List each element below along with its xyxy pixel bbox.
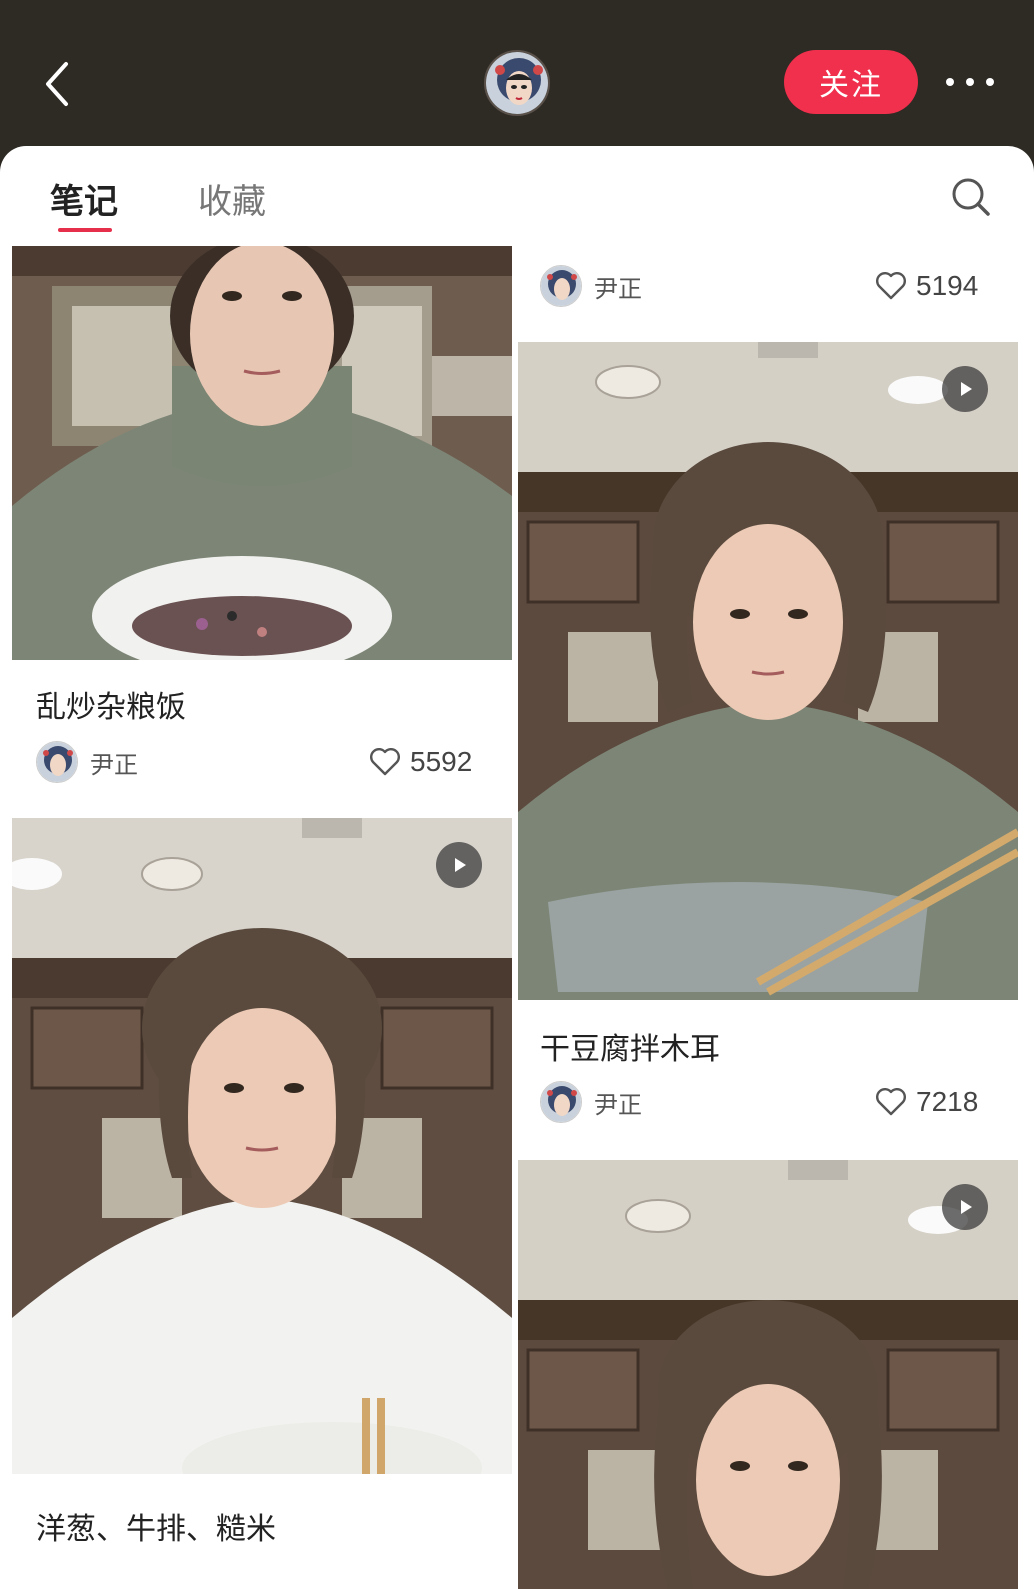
note-cover-image — [518, 342, 1018, 1000]
like-button[interactable]: 7218 — [874, 1080, 978, 1124]
note-author[interactable]: 尹正 — [36, 740, 138, 784]
note-author[interactable]: 尹正 — [540, 264, 642, 308]
profile-header: 关注 — [0, 0, 1034, 160]
note-title: 干豆腐拌木耳 — [540, 1032, 720, 1067]
search-icon — [952, 178, 990, 216]
author-avatar — [36, 741, 78, 783]
like-button[interactable]: 5194 — [874, 264, 978, 308]
author-avatar[interactable] — [484, 50, 550, 116]
note-card[interactable]: 乱炒杂粮饭 尹正 5592 — [12, 246, 512, 806]
video-indicator — [436, 842, 482, 888]
play-icon — [455, 858, 466, 872]
like-button[interactable]: 5592 — [368, 740, 472, 784]
content-sheet: 笔记 收藏 乱炒杂粮饭 尹正 5592 洋葱、牛排、糙米 尹正 5194 干豆腐… — [0, 146, 1034, 1589]
dot-icon — [966, 78, 974, 86]
note-title: 乱炒杂粮饭 — [36, 690, 186, 725]
video-indicator — [942, 1184, 988, 1230]
chevron-left-icon — [46, 62, 68, 106]
follow-button[interactable]: 关注 — [784, 50, 918, 114]
like-count: 5592 — [410, 746, 473, 777]
tab-collections[interactable]: 收藏 — [198, 174, 266, 223]
play-icon — [961, 382, 972, 396]
like-count: 5194 — [916, 270, 979, 301]
note-card[interactable]: 洋葱、牛排、糙米 — [12, 818, 512, 1589]
dot-icon — [946, 78, 954, 86]
author-avatar — [540, 1081, 582, 1123]
heart-icon — [876, 1088, 906, 1116]
note-title: 洋葱、牛排、糙米 — [36, 1512, 276, 1547]
note-cover-image — [518, 1160, 1018, 1589]
opera-mask-avatar-icon — [541, 266, 581, 306]
note-cover-image — [12, 246, 512, 660]
author-avatar — [540, 265, 582, 307]
more-options-button[interactable] — [940, 62, 1000, 102]
author-name: 尹正 — [594, 1090, 642, 1119]
note-author[interactable]: 尹正 — [540, 1080, 642, 1124]
tab-notes[interactable]: 笔记 — [50, 174, 118, 223]
search-button[interactable] — [950, 176, 992, 218]
note-card[interactable]: 尹正 5194 — [518, 246, 1018, 342]
opera-mask-avatar-icon — [541, 1082, 581, 1122]
active-tab-indicator — [58, 228, 112, 232]
play-icon — [961, 1200, 972, 1214]
author-name: 尹正 — [594, 274, 642, 303]
video-indicator — [942, 366, 988, 412]
opera-mask-avatar-icon — [486, 52, 548, 114]
heart-icon — [876, 272, 906, 300]
heart-icon — [370, 748, 400, 776]
like-count: 7218 — [916, 1086, 979, 1117]
dot-icon — [986, 78, 994, 86]
opera-mask-avatar-icon — [37, 742, 77, 782]
note-card[interactable]: 干豆腐拌木耳 尹正 7218 — [518, 342, 1018, 1142]
note-cover-image — [12, 818, 512, 1474]
author-name: 尹正 — [90, 750, 138, 779]
back-button[interactable] — [36, 56, 80, 112]
note-card[interactable] — [518, 1160, 1018, 1589]
tab-bar: 笔记 收藏 — [0, 146, 1034, 244]
